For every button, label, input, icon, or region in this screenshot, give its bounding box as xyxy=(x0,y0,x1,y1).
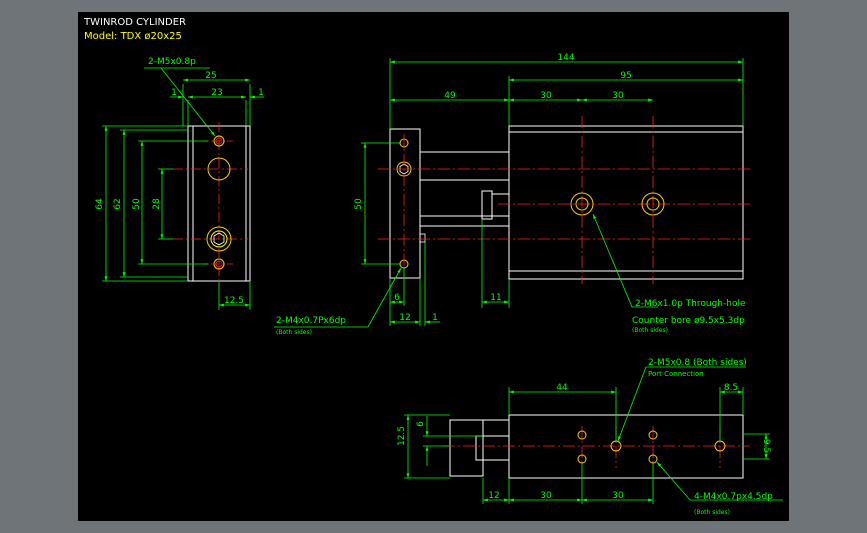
side-view-dim-overall: 144 xyxy=(557,53,574,63)
side-view-dim-height-50: 50 xyxy=(354,198,364,210)
side-view-dim-rod: 49 xyxy=(444,91,456,101)
top-view-end-plate xyxy=(449,419,484,477)
side-view-plate-thread-note: (Both sides) xyxy=(276,329,312,336)
end-view-dim-height-64: 64 xyxy=(95,198,105,210)
end-view: 2-M5x0.8p 25 23 1 1 64 62 50 28 12.5 xyxy=(95,57,264,310)
side-view-dim-pitch-b: 30 xyxy=(612,91,624,101)
side-view-body-bore-callout: Counter bore ø9.5x5.3dp xyxy=(632,316,745,326)
end-view-dim-width: 25 xyxy=(205,71,216,81)
side-view: 144 95 49 30 30 50 6 11 12 1 2-M4x0.7Px6… xyxy=(274,53,750,336)
side-view-dim-body: 95 xyxy=(620,71,631,81)
top-view-dim-44: 44 xyxy=(556,383,568,393)
end-view-dim-inner: 23 xyxy=(211,88,222,98)
top-view-bottom-thread-callout: 4-M4x0.7px4.5dp xyxy=(694,492,773,502)
side-view-end-plate xyxy=(389,128,421,279)
end-view-dim-height-28: 28 xyxy=(152,198,162,210)
top-view-dim-9-5: 9.5 xyxy=(761,439,771,453)
side-view-dim-6: 6 xyxy=(394,293,400,303)
end-view-thread-callout: 2-M5x0.8p xyxy=(148,57,196,67)
side-view-body-bore-note: (Both sides) xyxy=(632,327,668,334)
side-view-dim-12: 12 xyxy=(399,313,410,323)
top-view-bottom-thread-note: (Both sides) xyxy=(694,509,730,516)
top-view: 44 8.5 2-M5x0.8 (Both sides) Port Connec… xyxy=(397,358,783,516)
top-view-dim-30a: 30 xyxy=(540,491,552,501)
side-view-body-thread-callout: 2-M6x1.0p Through-hole xyxy=(635,299,746,309)
side-view-dim-pitch-a: 30 xyxy=(540,91,552,101)
side-view-cylinder-body xyxy=(508,125,744,280)
title-line-1: TWINROD CYLINDER xyxy=(83,17,186,28)
top-view-dim-30b: 30 xyxy=(612,491,624,501)
top-view-cylinder-body xyxy=(508,414,744,479)
side-view-plate-thread-callout: 2-M4x0.7Px6dp xyxy=(276,316,346,326)
top-view-dim-12-5: 12.5 xyxy=(397,426,407,446)
side-view-dim-1: 1 xyxy=(432,313,438,323)
top-view-port-callout: 2-M5x0.8 (Both sides) xyxy=(648,358,747,368)
top-view-port-note: Port Connection xyxy=(648,370,704,378)
side-view-dim-11: 11 xyxy=(490,293,501,303)
end-view-dim-height-50: 50 xyxy=(132,198,142,210)
end-view-dim-height-62: 62 xyxy=(113,198,123,209)
title-block: TWINROD CYLINDER Model: TDX ø20x25 xyxy=(83,17,186,42)
end-view-dim-gap-right: 1 xyxy=(258,88,264,98)
drawing-sheet: TWINROD CYLINDER Model: TDX ø20x25 2-M5x… xyxy=(78,12,789,521)
title-line-2: Model: TDX ø20x25 xyxy=(84,31,182,42)
end-view-dim-bottom: 12.5 xyxy=(224,296,244,306)
cad-drawing: TWINROD CYLINDER Model: TDX ø20x25 2-M5x… xyxy=(83,17,783,516)
top-view-dim-8-5: 8.5 xyxy=(724,383,738,393)
top-view-dim-6: 6 xyxy=(416,421,426,427)
end-view-dim-gap-left: 1 xyxy=(171,88,177,98)
top-view-dim-12: 12 xyxy=(488,491,499,501)
